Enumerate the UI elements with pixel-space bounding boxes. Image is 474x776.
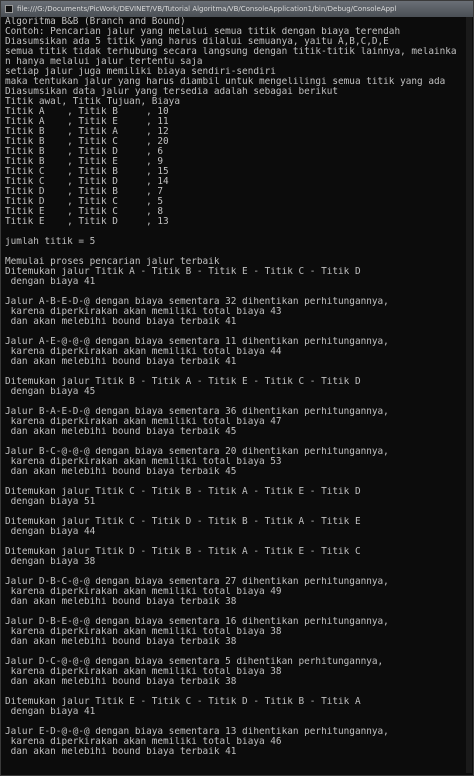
console-line: Memulai proses pencarian jalur terbaik [5, 257, 220, 267]
console-line: Titik A , Titik E , 11 [5, 117, 169, 127]
console-line: Titik D , Titik B , 7 [5, 187, 164, 197]
title-bar[interactable]: file:///G:/Documents/PicWork/DEVINET/VB/… [1, 1, 473, 17]
console-line: Titik C , Titik D , 14 [5, 177, 169, 187]
console-line: dengan biaya 41 [5, 277, 96, 287]
console-line: Titik awal, Titik Tujuan, Biaya [5, 97, 180, 107]
console-line: karena diperkirakan akan memiliki total … [5, 457, 282, 467]
console-line: dengan biaya 45 [5, 387, 96, 397]
console-line: Jalur D-B-C-@-@ dengan biaya sementara 2… [5, 577, 389, 587]
console-line: Titik D , Titik C , 5 [5, 197, 164, 207]
console-line: dan akan melebihi bound biaya terbaik 38 [5, 597, 237, 607]
console-line: Jalur D-B-E-@-@ dengan biaya sementara 1… [5, 617, 389, 627]
console-line: dengan biaya 51 [5, 497, 96, 507]
console-line: maka tentukan jalur yang harus diambil u… [5, 77, 446, 87]
console-line: Algoritma B&B (Branch and Bound) [5, 17, 186, 27]
console-line: Ditemukan jalur Titik C - Titik D - Titi… [5, 517, 361, 527]
console-line: Titik E , Titik C , 8 [5, 207, 164, 217]
console-line: karena diperkirakan akan memiliki total … [5, 667, 282, 677]
console-line: dan akan melebihi bound biaya terbaik 38 [5, 637, 237, 647]
console-line: dan akan melebihi bound biaya terbaik 41 [5, 317, 237, 327]
console-line: dan akan melebihi bound biaya terbaik 41 [5, 747, 237, 757]
console-line: Titik B , Titik A , 12 [5, 127, 169, 137]
console-line: karena diperkirakan akan memiliki total … [5, 347, 282, 357]
console-line: karena diperkirakan akan memiliki total … [5, 587, 282, 597]
console-line: Jalur B-C-@-@-@ dengan biaya sementara 2… [5, 447, 389, 457]
console-line: Jalur B-A-E-D-@ dengan biaya sementara 3… [5, 407, 389, 417]
console-line: Titik C , Titik B , 15 [5, 167, 169, 177]
console-line: Jalur A-E-@-@-@ dengan biaya sementara 1… [5, 337, 389, 347]
console-line: Titik A , Titik B , 10 [5, 107, 169, 117]
console-line: Jalur D-C-@-@-@ dengan biaya sementara 5… [5, 657, 384, 667]
vertical-scrollbar[interactable] [466, 17, 472, 773]
console-line: dan akan melebihi bound biaya terbaik 38 [5, 677, 237, 687]
console-app-icon [5, 5, 13, 13]
console-line: dan akan melebihi bound biaya terbaik 41 [5, 357, 237, 367]
console-line: Titik B , Titik C , 20 [5, 137, 169, 147]
console-line: dan akan melebihi bound biaya terbaik 45 [5, 427, 237, 437]
console-line: Jalur E-D-@-@-@ dengan biaya sementara 1… [5, 727, 389, 737]
console-line: Titik E , Titik D , 13 [5, 217, 169, 227]
console-line: karena diperkirakan akan memiliki total … [5, 307, 282, 317]
console-line: Ditemukan jalur Titik A - Titik B - Titi… [5, 267, 361, 277]
console-line: Ditemukan jalur Titik B - Titik A - Titi… [5, 377, 361, 387]
console-line: Diasumsikan ada 5 titik yang harus dilal… [5, 37, 389, 47]
console-line: karena diperkirakan akan memiliki total … [5, 417, 282, 427]
console-line: Titik B , Titik E , 9 [5, 157, 164, 167]
console-line: karena diperkirakan akan memiliki total … [5, 737, 282, 747]
console-line: dengan biaya 41 [5, 707, 96, 717]
console-line: karena diperkirakan akan memiliki total … [5, 627, 282, 637]
console-line: Contoh: Pencarian jalur yang melalui sem… [5, 27, 401, 37]
window-title: file:///G:/Documents/PicWork/DEVINET/VB/… [17, 5, 397, 13]
console-line: n hanya melalui jalur tertentu saja [5, 57, 203, 67]
console-line: Diasumsikan data jalur yang tersedia ada… [5, 87, 339, 97]
console-line: dengan biaya 38 [5, 557, 96, 567]
console-line: Ditemukan jalur Titik D - Titik B - Titi… [5, 547, 361, 557]
console-line: Jalur A-B-E-D-@ dengan biaya sementara 3… [5, 297, 389, 307]
console-line: jumlah titik = 5 [5, 237, 96, 247]
console-output: Algoritma B&B (Branch and Bound) Contoh: … [5, 17, 467, 773]
console-line: dan akan melebihi bound biaya terbaik 45 [5, 467, 237, 477]
console-line: semua titik tidak terhubung secara langs… [5, 47, 457, 57]
console-line: dengan biaya 44 [5, 527, 96, 537]
console-line: Titik B , Titik D , 6 [5, 147, 164, 157]
console-line: Ditemukan jalur Titik C - Titik B - Titi… [5, 487, 361, 497]
console-line: setiap jalur juga memiliki biaya sendiri… [5, 67, 276, 77]
console-window: file:///G:/Documents/PicWork/DEVINET/VB/… [0, 0, 474, 776]
console-line: Ditemukan jalur Titik E - Titik C - Titi… [5, 697, 361, 707]
